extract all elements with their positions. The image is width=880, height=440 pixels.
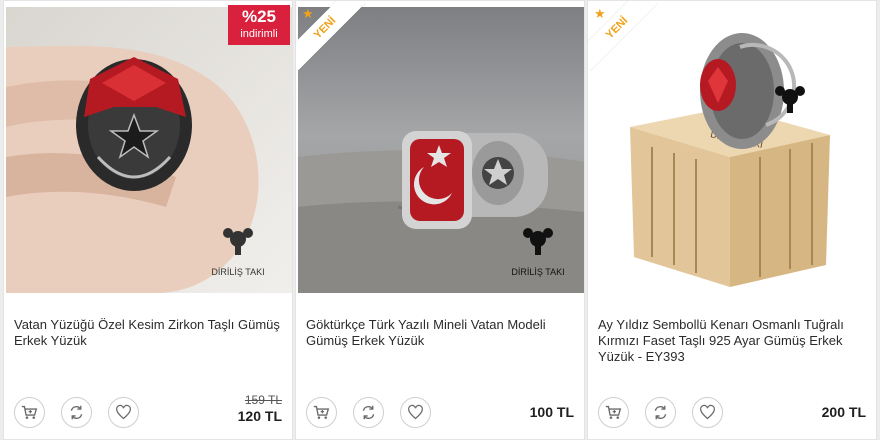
product-grid: DİRİLİŞ TAKI %25 indirimli Vatan Yüzüğü … — [0, 0, 880, 440]
add-to-cart-button[interactable] — [14, 397, 45, 428]
price-block: 200 TL — [822, 403, 866, 421]
price-block: 100 TL — [530, 403, 574, 421]
compare-button[interactable] — [353, 397, 384, 428]
product-title[interactable]: Ay Yıldız Sembollü Kenarı Osmanlı Tuğral… — [598, 317, 868, 365]
add-to-cart-button[interactable] — [306, 397, 337, 428]
current-price: 120 TL — [237, 408, 282, 424]
old-price: 159 TL — [244, 393, 282, 407]
compare-icon — [362, 405, 375, 420]
compare-button[interactable] — [61, 397, 92, 428]
ring-on-hand-photo: DİRİLİŞ TAKI — [6, 7, 292, 293]
current-price: 100 TL — [529, 404, 574, 420]
discount-badge: %25 indirimli — [228, 5, 290, 45]
cart-icon — [21, 405, 38, 419]
new-ribbon: ★ YENİ — [588, 1, 658, 71]
compare-button[interactable] — [645, 397, 676, 428]
product-title[interactable]: Vatan Yüzüğü Özel Kesim Zirkon Taşlı Güm… — [14, 317, 284, 349]
add-to-cart-button[interactable] — [598, 397, 629, 428]
favorite-button[interactable] — [108, 397, 139, 428]
product-card[interactable]: DİRİLİŞ TAKI ★ YENİ Göktürkçe Türk Yazıl… — [295, 0, 585, 440]
product-title[interactable]: Göktürkçe Türk Yazılı Mineli Vatan Model… — [306, 317, 576, 349]
new-ribbon: ★ YENİ — [296, 1, 366, 71]
price-block: 159 TL 120 TL — [238, 393, 282, 425]
star-icon: ★ — [302, 6, 314, 21]
compare-icon — [654, 405, 667, 420]
brand-logo-text: DİRİLİŞ TAKI — [511, 267, 564, 277]
heart-icon — [408, 404, 423, 420]
heart-icon — [116, 404, 131, 420]
product-card[interactable]: DİRİLİŞ TAKI ★ YENİ Ay Yıldız Sembollü K… — [587, 0, 877, 440]
favorite-button[interactable] — [692, 397, 723, 428]
heart-icon — [700, 404, 715, 420]
compare-icon — [70, 405, 83, 420]
discount-percent: %25 — [241, 7, 277, 26]
product-card[interactable]: DİRİLİŞ TAKI %25 indirimli Vatan Yüzüğü … — [3, 0, 293, 440]
brand-logo-text: DİRİLİŞ TAKI — [211, 267, 264, 277]
product-image[interactable]: DİRİLİŞ TAKI — [6, 7, 292, 293]
cart-icon — [313, 405, 330, 419]
cart-icon — [605, 405, 622, 419]
favorite-button[interactable] — [400, 397, 431, 428]
discount-label: indirimli — [240, 28, 278, 40]
star-icon: ★ — [594, 6, 606, 21]
current-price: 200 TL — [821, 404, 866, 420]
